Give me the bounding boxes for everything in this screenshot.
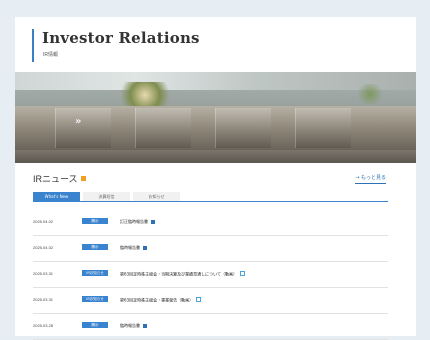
- news-category-badge: 開示: [82, 218, 108, 224]
- news-title-link[interactable]: 臨時報告書: [120, 323, 147, 329]
- news-date: 2025.04.02: [33, 245, 54, 250]
- news-title-text: IRニュース: [33, 174, 78, 184]
- more-news-link[interactable]: → もっと見る: [355, 174, 386, 184]
- tabs-underline: [33, 201, 388, 202]
- news-category-badge: 開示: [82, 244, 108, 250]
- tab-earnings[interactable]: 決算短信: [83, 192, 130, 201]
- news-category-badge: IRお知らせ: [82, 296, 108, 302]
- ir-page: Investor Relations IR情報 » IRニュース → もっと見る…: [15, 17, 416, 340]
- hero-panel: [215, 108, 271, 148]
- list-item[interactable]: 2025.03.31 IRお知らせ 第63回定時株主総会・当期決算及び業績見通し…: [33, 262, 388, 288]
- hero-image: »: [15, 72, 416, 163]
- external-link-icon: [196, 297, 202, 302]
- page-title: Investor Relations: [42, 29, 200, 47]
- hero-panel: [135, 108, 191, 148]
- news-title-link[interactable]: 臨時報告書: [120, 245, 147, 251]
- hero-panel: [55, 108, 111, 148]
- header-accent-bar: [32, 29, 34, 62]
- news-date: 2025.04.02: [33, 219, 54, 224]
- hero-flowers: [115, 82, 175, 108]
- tab-whats-new[interactable]: What's New: [33, 192, 80, 201]
- news-title-link[interactable]: 第63回定時株主総会・当期決算及び業績見通しについて（動画）: [120, 271, 245, 278]
- list-item[interactable]: 2025.04.02 開示 臨時報告書: [33, 236, 388, 262]
- pdf-icon: [143, 245, 147, 250]
- news-tabs: What's New 決算短信 お知らせ: [33, 192, 180, 201]
- news-date: 2025.03.28: [33, 323, 54, 328]
- tab-notices[interactable]: お知らせ: [133, 192, 180, 201]
- external-link-icon: [239, 271, 245, 276]
- pdf-icon: [143, 323, 147, 328]
- hero-floor: [15, 150, 416, 163]
- news-title-link[interactable]: 第63回定時株主総会・事業報告（動画）: [120, 297, 202, 304]
- news-date: 2025.03.31: [33, 297, 54, 302]
- page-subtitle: IR情報: [43, 52, 59, 58]
- list-item[interactable]: 2025.04.02 開示 訂正臨時報告書: [33, 210, 388, 236]
- list-item[interactable]: 2025.03.31 IRお知らせ 第63回定時株主総会・事業報告（動画）: [33, 288, 388, 314]
- hero-logo: »: [75, 116, 82, 127]
- news-title-link[interactable]: 訂正臨時報告書: [120, 219, 155, 225]
- ir-header: Investor Relations IR情報: [32, 29, 412, 71]
- hero-panel: [295, 108, 351, 148]
- list-item[interactable]: 2025.03.28 開示 臨時報告書: [33, 314, 388, 340]
- news-category-badge: IRお知らせ: [82, 270, 108, 276]
- news-list: 2025.04.02 開示 訂正臨時報告書 2025.04.02 開示 臨時報告…: [33, 210, 388, 340]
- news-section-title: IRニュース: [33, 172, 86, 185]
- news-category-badge: 開示: [82, 322, 108, 328]
- hero-plant: [355, 84, 385, 104]
- rss-icon[interactable]: [80, 176, 86, 181]
- pdf-icon: [151, 219, 155, 224]
- news-date: 2025.03.31: [33, 271, 54, 276]
